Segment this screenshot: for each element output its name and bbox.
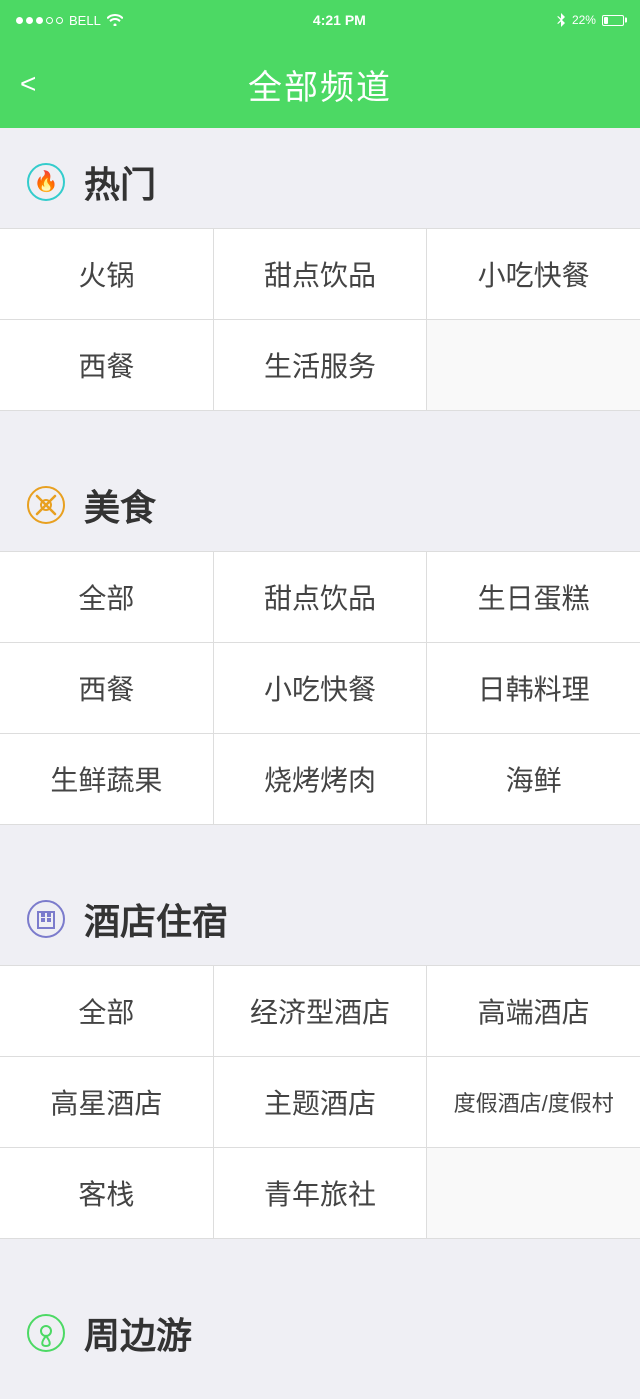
divider-3	[0, 1259, 640, 1279]
nav-title: 全部频道	[248, 60, 392, 109]
grid-item[interactable]: 高端酒店	[427, 966, 640, 1056]
section-hotel: 酒店住宿 全部 经济型酒店 高端酒店 高星酒店 主题酒店 度假酒店/度假村 客栈…	[0, 865, 640, 1259]
wifi-icon	[107, 14, 123, 26]
grid-item[interactable]: 高星酒店	[0, 1057, 213, 1147]
section-nearby: 周边游	[0, 1279, 640, 1399]
battery-fill	[604, 17, 608, 24]
section-food-header: 美食	[0, 451, 640, 551]
grid-item[interactable]: 西餐	[0, 643, 213, 733]
section-hot: 🔥 热门 火锅 甜点饮品 小吃快餐 西餐 生活服务	[0, 128, 640, 431]
grid-item[interactable]: 甜点饮品	[214, 552, 427, 642]
hotel-icon	[24, 897, 68, 941]
carrier-label: BELL	[69, 13, 101, 28]
grid-item[interactable]: 烧烤烤肉	[214, 734, 427, 824]
grid-item[interactable]: 海鲜	[427, 734, 640, 824]
hot-grid: 火锅 甜点饮品 小吃快餐 西餐 生活服务	[0, 228, 640, 411]
status-right: 22%	[556, 13, 624, 27]
grid-item[interactable]: 日韩料理	[427, 643, 640, 733]
grid-item[interactable]: 全部	[0, 552, 213, 642]
content: 🔥 热门 火锅 甜点饮品 小吃快餐 西餐 生活服务	[0, 128, 640, 1399]
grid-item[interactable]: 甜点饮品	[214, 229, 427, 319]
back-button[interactable]: <	[20, 68, 36, 100]
grid-item[interactable]: 全部	[0, 966, 213, 1056]
battery-percent: 22%	[572, 13, 596, 27]
signal-dot-4	[46, 17, 53, 24]
svg-text:🔥: 🔥	[34, 169, 59, 193]
status-bar: BELL 4:21 PM 22%	[0, 0, 640, 40]
grid-item[interactable]: 经济型酒店	[214, 966, 427, 1056]
hot-icon: 🔥	[24, 160, 68, 204]
hotel-grid: 全部 经济型酒店 高端酒店 高星酒店 主题酒店 度假酒店/度假村 客栈 青年旅社	[0, 965, 640, 1239]
grid-item[interactable]: 西餐	[0, 320, 213, 410]
section-hot-title: 热门	[84, 156, 156, 208]
grid-item[interactable]: 主题酒店	[214, 1057, 427, 1147]
grid-item[interactable]: 小吃快餐	[214, 643, 427, 733]
grid-item[interactable]: 生日蛋糕	[427, 552, 640, 642]
divider-1	[0, 431, 640, 451]
food-grid: 全部 甜点饮品 生日蛋糕 西餐 小吃快餐 日韩料理 生鲜蔬果 烧烤烤肉 海鲜	[0, 551, 640, 825]
grid-item[interactable]: 生活服务	[214, 320, 427, 410]
divider-2	[0, 845, 640, 865]
battery-icon	[602, 15, 624, 26]
grid-item[interactable]: 青年旅社	[214, 1148, 427, 1238]
nav-bar: < 全部频道	[0, 40, 640, 128]
grid-item[interactable]: 客栈	[0, 1148, 213, 1238]
grid-item[interactable]: 火锅	[0, 229, 213, 319]
grid-item-empty	[427, 320, 640, 410]
section-food: 美食 全部 甜点饮品 生日蛋糕 西餐 小吃快餐 日韩料理 生鲜蔬果 烧烤烤肉 海…	[0, 451, 640, 845]
signal-dot-1	[16, 17, 23, 24]
signal-dot-2	[26, 17, 33, 24]
status-time: 4:21 PM	[313, 12, 366, 28]
section-hotel-title: 酒店住宿	[84, 893, 228, 945]
grid-item[interactable]: 小吃快餐	[427, 229, 640, 319]
signal-dots	[16, 17, 63, 24]
bluetooth-icon	[556, 13, 566, 27]
section-hotel-header: 酒店住宿	[0, 865, 640, 965]
section-hot-header: 🔥 热门	[0, 128, 640, 228]
status-left: BELL	[16, 13, 123, 28]
nearby-icon	[24, 1311, 68, 1355]
signal-dot-5	[56, 17, 63, 24]
section-nearby-title: 周边游	[84, 1307, 192, 1359]
grid-item[interactable]: 度假酒店/度假村	[427, 1057, 640, 1147]
grid-item-empty	[427, 1148, 640, 1238]
section-food-title: 美食	[84, 479, 156, 531]
section-nearby-header: 周边游	[0, 1279, 640, 1379]
signal-dot-3	[36, 17, 43, 24]
food-icon	[24, 483, 68, 527]
grid-item[interactable]: 生鲜蔬果	[0, 734, 213, 824]
